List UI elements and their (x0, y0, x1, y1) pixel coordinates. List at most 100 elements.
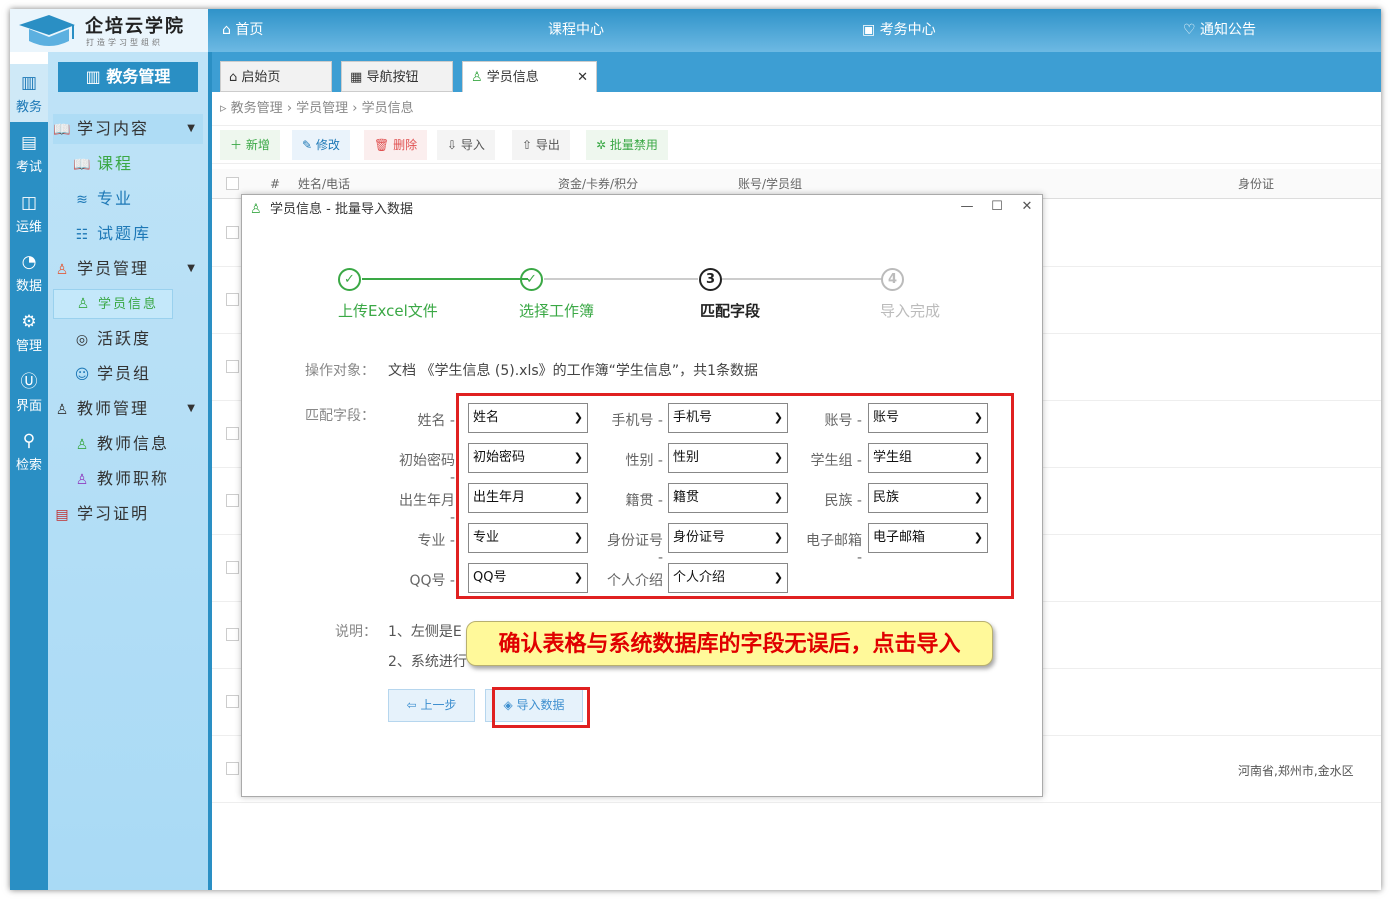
tab-student-info[interactable]: ♙ 学员信息 ✕ (462, 61, 597, 92)
caret-down-icon: ▼ (187, 263, 197, 274)
sidebar-item-teacher-title[interactable]: ♙ 教师职称 (53, 464, 203, 494)
toolbar: ＋ 新增 ✎ 修改 🗑 删除 ⇩ 导入 ⇧ 导出 ✲ 批量禁用 (212, 126, 1381, 164)
step-2-label: 选择工作簿 (519, 302, 595, 320)
row-checkbox[interactable] (226, 561, 239, 574)
caret-down-icon: ▼ (187, 403, 197, 414)
exam-icon: ▣ (862, 22, 876, 38)
sidebar-item-student-group[interactable]: ☺ 学员组 (53, 359, 203, 389)
nav-home[interactable]: ⌂ 首页 (222, 9, 263, 52)
logo-slogan: 打造学习型组织 (86, 38, 163, 47)
nav-courses[interactable]: 课程中心 (548, 9, 604, 52)
note-line-1: 1、左侧是E (388, 624, 462, 640)
edit-button[interactable]: ✎ 修改 (292, 130, 350, 160)
batch-disable-button[interactable]: ✲ 批量禁用 (586, 130, 668, 160)
row-checkbox[interactable] (226, 226, 239, 239)
notice-icon: ♡ (1183, 22, 1196, 38)
exam-icon: ▤ (20, 133, 38, 153)
row-checkbox[interactable] (226, 762, 239, 775)
user-icon: ♙ (76, 296, 92, 312)
sidebar-item-course[interactable]: 📖 课程 (53, 149, 203, 179)
sidebar-group-learning[interactable]: 📖 学习内容 ▼ (53, 114, 203, 144)
row-checkbox[interactable] (226, 360, 239, 373)
group-icon: ☺ (74, 367, 92, 383)
field-label: 初始密码 - (399, 453, 455, 486)
user-icon: ♙ (250, 202, 262, 217)
note-line-2: 2、系统进行 (388, 654, 467, 670)
user-icon: ♙ (471, 70, 483, 85)
bars-icon: ▥ (20, 73, 38, 93)
tab-nav-buttons[interactable]: ▦ 导航按钮 (341, 61, 453, 92)
row-checkbox[interactable] (226, 293, 239, 306)
minimize-button[interactable]: — (954, 195, 980, 219)
rail-item-manage[interactable]: ⚙ 管理 (10, 303, 48, 361)
step-1-label: 上传Excel文件 (338, 302, 438, 320)
teacher-icon: ♙ (75, 437, 91, 453)
rail-item-search[interactable]: ⚲ 检索 (10, 422, 48, 480)
sidebar-group-teacher[interactable]: ♙ 教师管理 ▼ (53, 394, 203, 424)
checklist-icon: ☷ (75, 227, 91, 243)
user-icon: ♙ (55, 262, 71, 278)
tab-start[interactable]: ⌂ 启始页 (220, 61, 332, 92)
close-button[interactable]: ✕ (1014, 195, 1040, 219)
sidebar-group-student[interactable]: ♙ 学员管理 ▼ (53, 254, 203, 284)
field-label: 姓名 - (417, 413, 455, 429)
rail-item-ui[interactable]: Ⓤ 界面 (10, 363, 48, 421)
module-rail: ▥ 教务 ▤ 考试 ◫ 运维 ◔ 数据 ⚙ 管理 Ⓤ 界面 ⚲ 检索 (10, 64, 48, 890)
step-3-label: 匹配字段 (700, 302, 761, 320)
row-checkbox[interactable] (226, 427, 239, 440)
logo: 企培云学院 打造学习型组织 (10, 9, 208, 52)
sidebar-item-question-bank[interactable]: ☷ 试题库 (53, 219, 203, 249)
instruction-callout: 确认表格与系统数据库的字段无误后，点击导入 (466, 621, 993, 666)
field-label: QQ号 - (409, 573, 455, 589)
step-connector (544, 278, 698, 280)
address-cell: 河南省,郑州市,金水区 (1238, 764, 1354, 778)
tab-bar: ⌂ 启始页 ▦ 导航按钮 ♙ 学员信息 ✕ (212, 52, 1381, 92)
close-icon[interactable]: ✕ (577, 62, 588, 93)
row-checkbox[interactable] (226, 494, 239, 507)
sidebar-header[interactable]: ▥ 教务管理 (58, 62, 198, 92)
select-all-checkbox[interactable] (226, 177, 239, 190)
prev-step-button[interactable]: ⇦ 上一步 (388, 689, 475, 722)
rail-item-exam[interactable]: ▤ 考试 (10, 124, 48, 182)
field-label: 专业 - (417, 533, 455, 549)
export-button[interactable]: ⇧ 导出 (512, 130, 570, 160)
sidebar-item-teacher-info[interactable]: ♙ 教师信息 (53, 429, 203, 459)
rail-item-ops[interactable]: ◫ 运维 (10, 184, 48, 242)
target-label: 操作对象： (305, 363, 375, 379)
step-4-label: 导入完成 (880, 302, 941, 320)
caret-down-icon: ▼ (187, 123, 197, 134)
back-arrow-icon: ⇦ (406, 698, 417, 712)
step-connector (362, 278, 528, 280)
teacher-icon: ♙ (55, 402, 71, 418)
import-dialog: ♙ 学员信息 - 批量导入数据 — ☐ ✕ ✓ ✓ 3 4 上传Excel文件 … (241, 194, 1043, 797)
rail-item-academic[interactable]: ▥ 教务 (10, 64, 48, 122)
sidebar-item-activity[interactable]: ◎ 活跃度 (53, 324, 203, 354)
search-icon: ⚲ (22, 431, 36, 451)
books-icon: ▥ (85, 67, 101, 86)
import-highlight-box (492, 687, 590, 728)
nav-notice[interactable]: ♡ 通知公告 (1183, 9, 1256, 52)
target-text: 文档 《学生信息 (5).xls》的工作簿“学生信息”，共1条数据 (388, 363, 759, 379)
delete-button[interactable]: 🗑 删除 (364, 130, 428, 160)
breadcrumb: ▹ 教务管理 › 学员管理 › 学员信息 (212, 92, 1381, 126)
maximize-button[interactable]: ☐ (984, 195, 1010, 219)
teacher-badge-icon: ♙ (75, 472, 91, 488)
home-icon: ⌂ (229, 70, 238, 85)
import-button[interactable]: ⇩ 导入 (437, 130, 495, 160)
row-checkbox[interactable] (226, 628, 239, 641)
dialog-title-bar: ♙ 学员信息 - 批量导入数据 (242, 195, 1042, 225)
nav-exams[interactable]: ▣ 考务中心 (862, 9, 936, 52)
row-checkbox[interactable] (226, 695, 239, 708)
step-4-number: 4 (881, 268, 904, 291)
sidebar: ▥ 教务管理 📖 学习内容 ▼ 📖 课程 ≋ 专业 ☷ 试题库 ♙ 学员管理 ▼ ♙ 学员信息 … (48, 52, 208, 890)
graduation-cap-icon (19, 15, 75, 46)
step-1-check-icon: ✓ (338, 268, 361, 291)
sidebar-item-certificate[interactable]: ▤ 学习证明 (53, 499, 203, 529)
monitor-icon: ◫ (20, 193, 38, 213)
rail-item-data[interactable]: ◔ 数据 (10, 243, 48, 301)
sidebar-item-student-info[interactable]: ♙ 学员信息 (53, 289, 173, 319)
certificate-icon: ▤ (55, 507, 71, 523)
sidebar-item-major[interactable]: ≋ 专业 (53, 184, 203, 214)
add-button[interactable]: ＋ 新增 (220, 130, 280, 160)
match-label: 匹配字段： (305, 408, 375, 424)
